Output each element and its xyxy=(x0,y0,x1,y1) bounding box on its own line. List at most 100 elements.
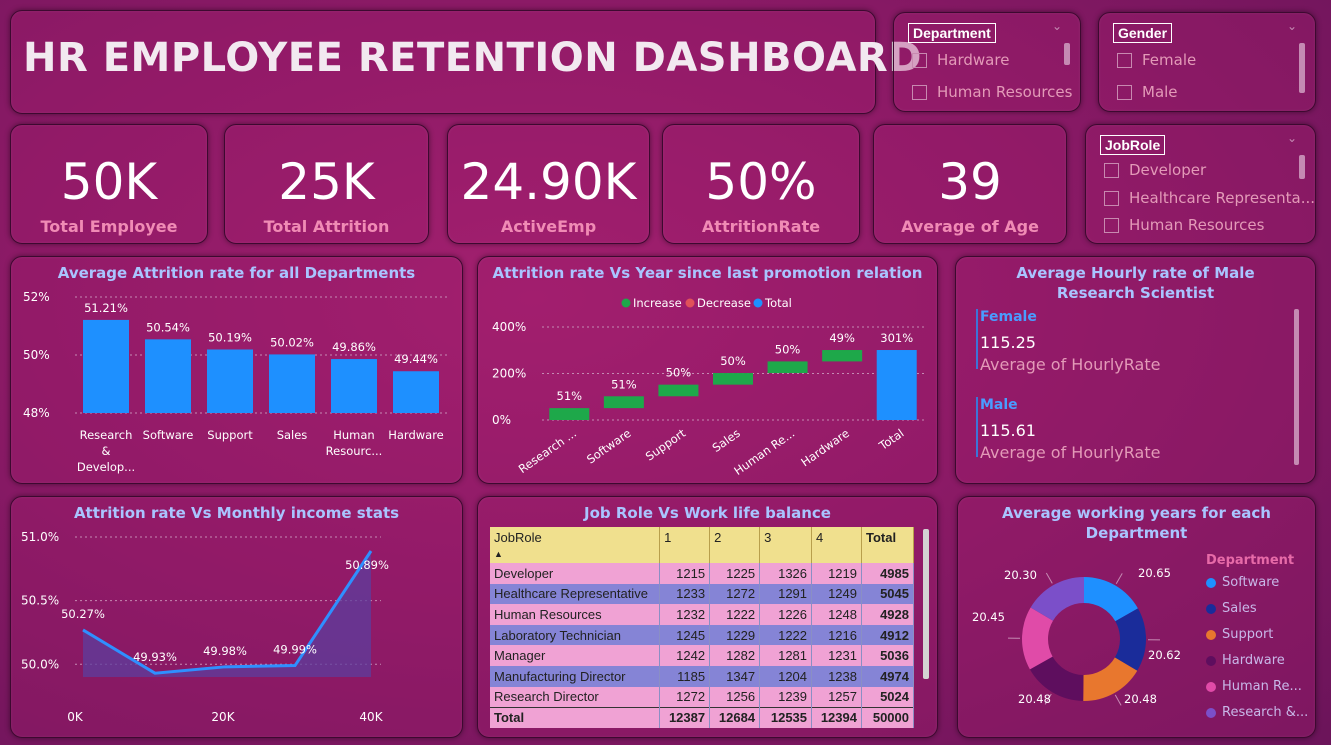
department-slicer[interactable]: Department ⌄ Hardware Human Resources xyxy=(893,12,1081,112)
scrollbar[interactable] xyxy=(1064,43,1070,65)
department-option-hardware[interactable]: Hardware xyxy=(912,51,1009,69)
data-label: 50.54% xyxy=(146,320,190,334)
kpi-total-attrition: 25K Total Attrition xyxy=(224,124,429,244)
increase-bar xyxy=(603,396,644,409)
male-sub: Average of HourlyRate xyxy=(980,443,1161,462)
bar xyxy=(269,354,315,413)
jobrole-option-healthcare[interactable]: Healthcare Representa... xyxy=(1104,189,1315,207)
cell: 1233 xyxy=(659,583,711,605)
scrollbar[interactable] xyxy=(923,529,929,679)
kpi-label: Total Attrition xyxy=(263,217,390,236)
scrollbar[interactable] xyxy=(1299,155,1305,179)
cell: Healthcare Representative xyxy=(490,583,661,605)
col-header-total[interactable]: Total xyxy=(861,527,914,563)
y-tick-label: 0% xyxy=(492,413,511,427)
legend-swatch xyxy=(1206,707,1216,718)
cell: 1256 xyxy=(709,686,761,708)
cell: 5036 xyxy=(861,645,914,666)
cell: Laboratory Technician xyxy=(490,624,661,646)
x-tick-label: Software xyxy=(584,426,634,467)
x-tick-label: Human xyxy=(333,428,374,442)
col-header-1[interactable]: 1 xyxy=(659,527,711,563)
checkbox[interactable] xyxy=(1117,52,1132,68)
dept-attrition-chart: 52% 50% 48% 51.21% Research & Develop... 50.54%… xyxy=(23,290,447,474)
legend-item[interactable]: Hardware xyxy=(1206,653,1285,668)
x-tick-label: Hardware xyxy=(798,426,852,469)
legend-swatch xyxy=(1206,629,1216,640)
leader-line xyxy=(1114,694,1122,706)
legend-label: Increase xyxy=(633,296,682,310)
y-tick-label: 50% xyxy=(23,348,50,362)
col-header-4[interactable]: 4 xyxy=(811,527,862,563)
data-label: 20.45 xyxy=(972,610,1005,624)
legend-swatch xyxy=(1206,681,1216,692)
department-option-human-resources[interactable]: Human Resources xyxy=(912,83,1072,101)
y-tick-label: 52% xyxy=(23,290,50,304)
x-tick-label: Software xyxy=(143,428,194,442)
legend-swatch xyxy=(1206,577,1216,588)
legend-swatch xyxy=(753,298,763,308)
scrollbar[interactable] xyxy=(1299,43,1305,93)
increase-bar xyxy=(713,373,753,385)
cell: 12387 xyxy=(659,706,711,728)
data-label: 49.44% xyxy=(394,352,438,366)
data-label: 20.30 xyxy=(1004,568,1037,582)
checkbox[interactable] xyxy=(1117,84,1132,100)
legend-item[interactable]: Research &... xyxy=(1206,705,1308,720)
cell: 1238 xyxy=(811,665,862,687)
bar xyxy=(393,371,439,413)
cell: 1249 xyxy=(811,583,862,605)
gender-option-female[interactable]: Female xyxy=(1117,51,1196,69)
chevron-down-icon[interactable]: ⌄ xyxy=(1287,19,1297,33)
col-header-3[interactable]: 3 xyxy=(759,527,813,563)
col-header-2[interactable]: 2 xyxy=(709,527,761,563)
chevron-down-icon[interactable]: ⌄ xyxy=(1287,131,1297,145)
legend-item[interactable]: Software xyxy=(1206,575,1279,590)
table-row: Manufacturing Director 1185 1347 1204 1238 49… xyxy=(490,665,914,687)
promotion-attrition-chart-panel: Attrition rate Vs Year since last promot… xyxy=(477,256,938,484)
cell: 12394 xyxy=(811,706,862,728)
checkbox[interactable] xyxy=(912,52,927,68)
increase-bar xyxy=(822,350,863,362)
cell: 1215 xyxy=(659,563,711,584)
legend-item[interactable]: Human Re... xyxy=(1206,679,1302,694)
kpi-label: Total Employee xyxy=(40,217,178,236)
legend-label: Software xyxy=(1222,575,1280,590)
jobrole-option-human-resources[interactable]: Human Resources xyxy=(1104,216,1264,234)
income-attrition-chart: 51.0% 50.5% 50.0% 0K 20K 40K 50.27% 49.93% 49.98… xyxy=(21,530,389,724)
table-row: Research Director 1272 1256 1239 1257 5024 xyxy=(490,686,914,708)
legend-swatch xyxy=(1206,655,1216,666)
jobrole-slicer[interactable]: JobRole ⌄ Developer Healthcare Represent… xyxy=(1085,124,1316,244)
jobrole-option-developer[interactable]: Developer xyxy=(1104,161,1206,179)
scrollbar[interactable] xyxy=(1294,309,1299,465)
data-label: 301% xyxy=(880,331,913,345)
x-tick-label: Research xyxy=(80,428,133,442)
bar xyxy=(83,319,129,413)
cell: 1204 xyxy=(759,665,813,687)
col-header-jobrole[interactable]: JobRole ▲ xyxy=(490,527,661,563)
increase-bar xyxy=(549,408,590,420)
chevron-down-icon[interactable]: ⌄ xyxy=(1052,19,1062,33)
card-accent xyxy=(976,309,978,369)
legend-item[interactable]: Sales xyxy=(1206,601,1257,616)
legend-label: Total xyxy=(764,296,792,310)
checkbox[interactable] xyxy=(1104,217,1119,233)
kpi-value: 24.90K xyxy=(460,153,637,211)
legend-label: Human Re... xyxy=(1222,679,1302,694)
gender-option-male[interactable]: Male xyxy=(1117,83,1178,101)
checkbox[interactable] xyxy=(1104,190,1119,206)
legend-swatch xyxy=(621,298,631,308)
cell: 12684 xyxy=(709,706,761,728)
cell: 1248 xyxy=(811,604,862,625)
data-label: 20.65 xyxy=(1138,566,1171,580)
data-label: 20.48 xyxy=(1124,692,1157,706)
legend-swatch xyxy=(1206,603,1216,614)
checkbox[interactable] xyxy=(1104,162,1119,178)
jobrole-table: JobRole ▲ 1 2 3 4 Total Developer 1215 1225… xyxy=(490,527,914,729)
data-label: 50.19% xyxy=(208,330,252,344)
x-tick-label: 0K xyxy=(67,710,84,724)
checkbox[interactable] xyxy=(912,84,927,100)
gender-slicer[interactable]: Gender ⌄ Female Male xyxy=(1098,12,1316,112)
legend-item[interactable]: Support xyxy=(1206,627,1273,642)
y-tick-label: 51.0% xyxy=(21,530,59,544)
